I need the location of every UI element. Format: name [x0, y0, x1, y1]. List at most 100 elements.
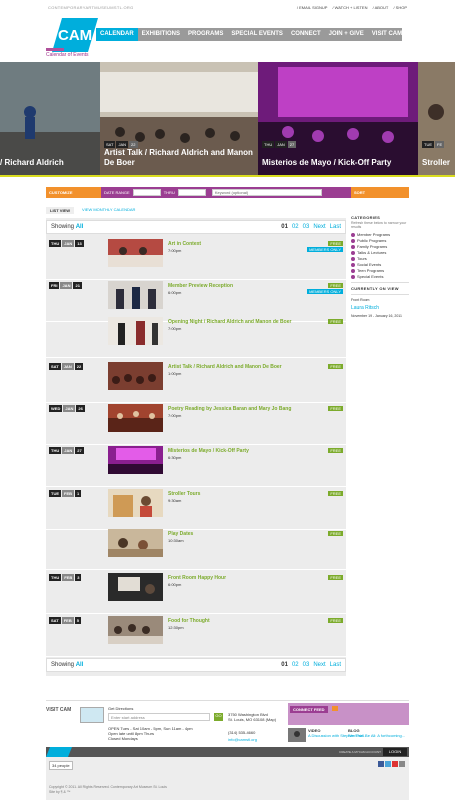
util-watch-listen[interactable]: / WATCH + LISTEN	[332, 5, 367, 10]
hero-slide-2[interactable]: SAT JAN 22 Artist Talk / Richard Aldrich a…	[100, 62, 258, 176]
list-item[interactable]: THU JAN 27 Misterios de Mayo / Kick-Off Pa…	[46, 445, 346, 487]
categories-hint: Refresh these below to narrow your resul…	[351, 221, 407, 229]
event-title[interactable]: Art in Context	[168, 241, 201, 247]
free-badge: FREE	[328, 283, 343, 288]
list-item[interactable]: SAT JAN 22 Artist Talk / Richard Aldrich a…	[46, 361, 346, 403]
page-02[interactable]: 02	[292, 224, 299, 230]
category-social-events[interactable]: Social Events	[351, 262, 409, 267]
event-title[interactable]: Member Preview Reception	[168, 283, 233, 289]
event-date: SAT FEB 5	[49, 617, 81, 624]
facebook-icon[interactable]	[378, 761, 384, 767]
page-01[interactable]: 01	[281, 224, 288, 230]
nav-join-give[interactable]: JOIN + GIVE	[325, 28, 368, 41]
on-view-dates: November 19 - January 16, 2011	[351, 314, 402, 318]
footer-logo[interactable]	[46, 747, 72, 757]
nav-programs[interactable]: PROGRAMS	[184, 28, 227, 41]
page-02[interactable]: 02	[292, 662, 299, 668]
event-thumbnail[interactable]	[108, 281, 163, 309]
event-time: 6:30pm	[168, 455, 182, 460]
nav-visit-cam[interactable]: VISIT CAM	[368, 28, 406, 41]
feed-item-blog[interactable]: BLOG We Shall Be All: A forthcoming...	[348, 728, 405, 738]
tab-list-view[interactable]: LIST VIEW	[46, 207, 74, 214]
event-title[interactable]: Front Room Happy Hour	[168, 575, 226, 581]
site-url[interactable]: CONTEMPORARYARTMUSEUMSTL.ORG	[48, 5, 134, 10]
tab-monthly-calendar[interactable]: VIEW MONTHLY CALENDAR	[82, 207, 135, 214]
customize-button[interactable]: CUSTOMIZE	[46, 187, 101, 198]
youtube-icon[interactable]	[392, 761, 398, 767]
hero-slide-3[interactable]: THU JAN 27 Misterios de Mayo / Kick-Off Pa…	[258, 62, 418, 176]
showing-value[interactable]: All	[76, 662, 84, 668]
event-title[interactable]: Artist Talk / Richard Aldrich and Manon …	[168, 364, 282, 370]
event-time: 7:00pm	[168, 248, 182, 253]
event-thumbnail[interactable]	[108, 446, 163, 474]
nav-connect[interactable]: CONNECT	[287, 28, 325, 41]
sort-button[interactable]: SORT	[351, 187, 409, 198]
list-item[interactable]: SAT FEB 5 Food for Thought 12:30pm FREE	[46, 615, 346, 657]
util-email-signup[interactable]: / EMAIL SIGNUP	[297, 5, 327, 10]
list-item[interactable]: THU JAN 13 Art in Context 7:00pm FREE MEMB…	[46, 238, 346, 280]
address-input[interactable]: Enter start address	[108, 713, 210, 721]
pagination-top: 01 02 03 Next Last	[281, 224, 341, 230]
event-thumbnail[interactable]	[108, 404, 163, 432]
util-shop[interactable]: / SHOP	[393, 5, 407, 10]
next-link[interactable]: Next	[313, 224, 325, 230]
list-item[interactable]: Play Dates 10:30am FREE	[46, 528, 346, 570]
category-teen-programs[interactable]: Teen Programs	[351, 268, 409, 273]
create-account-link[interactable]: CREATE A MYCAM ACCOUNT	[339, 750, 381, 754]
category-public-programs[interactable]: Public Programs	[351, 238, 409, 243]
date-end-input[interactable]	[177, 189, 206, 196]
list-item[interactable]: Opening Night / Richard Aldrich and Mano…	[46, 316, 346, 358]
event-thumbnail[interactable]	[108, 573, 163, 601]
go-button[interactable]: GO	[214, 713, 223, 721]
category-talks-lectures[interactable]: Talks & Lectures	[351, 250, 409, 255]
page-03[interactable]: 03	[303, 662, 310, 668]
category-family-programs[interactable]: Family Programs	[351, 244, 409, 249]
category-special-events[interactable]: Special Events	[351, 274, 409, 279]
event-thumbnail[interactable]	[108, 317, 163, 345]
nav-exhibitions[interactable]: EXHIBITIONS	[138, 28, 184, 41]
keyword-input[interactable]: Keyword (optional)	[211, 189, 322, 196]
list-item[interactable]: WED JAN 26 Poetry Reading by Jessica Baran…	[46, 403, 346, 445]
showing-value[interactable]: All	[76, 224, 84, 230]
hero-slide-1[interactable]: / Richard Aldrich	[0, 62, 100, 176]
feed-video-thumb[interactable]	[288, 728, 306, 742]
cam-logo[interactable]: CAM	[52, 18, 98, 52]
event-title[interactable]: Food for Thought	[168, 618, 210, 624]
nav-special-events[interactable]: SPECIAL EVENTS	[227, 28, 287, 41]
event-thumbnail[interactable]	[108, 489, 163, 517]
list-item[interactable]: TUE FEB 1 Stroller Tours 9:30am FREE	[46, 488, 346, 530]
showing-label: Showing	[51, 224, 75, 230]
on-view-link[interactable]: Laura Ritsch	[351, 305, 409, 311]
category-member-programs[interactable]: Member Programs	[351, 232, 409, 237]
event-thumbnail[interactable]	[108, 529, 163, 557]
hero-slide-4[interactable]: TUE FE Stroller	[418, 62, 455, 176]
event-date: FRI JAN 21	[49, 282, 82, 289]
people-badge[interactable]: 34 people	[49, 761, 73, 770]
next-link[interactable]: Next	[313, 662, 325, 668]
twitter-icon[interactable]	[385, 761, 391, 767]
event-thumbnail[interactable]	[108, 239, 163, 267]
last-link[interactable]: Last	[330, 662, 341, 668]
event-time: 1:00pm	[168, 371, 182, 376]
event-thumbnail[interactable]	[108, 362, 163, 390]
email-link[interactable]: info@camstl.org	[228, 736, 257, 743]
date-start-input[interactable]	[132, 189, 161, 196]
category-tours[interactable]: Tours	[351, 256, 409, 261]
nav-calendar[interactable]: CALENDAR	[96, 28, 138, 41]
event-title[interactable]: Stroller Tours	[168, 491, 200, 497]
util-about[interactable]: / ABOUT	[373, 5, 389, 10]
event-title[interactable]: Misterios de Mayo / Kick-Off Party	[168, 448, 249, 454]
page-03[interactable]: 03	[303, 224, 310, 230]
map-icon[interactable]	[80, 707, 104, 723]
event-title[interactable]: Opening Night / Richard Aldrich and Mano…	[168, 319, 291, 325]
login-button[interactable]: LOGIN	[383, 748, 407, 756]
event-thumbnail[interactable]	[108, 616, 163, 644]
rss-icon[interactable]	[399, 761, 405, 767]
hero-carousel[interactable]: / Richard Aldrich SAT JAN 22 Artist Talk /…	[0, 62, 455, 176]
event-title[interactable]: Play Dates	[168, 531, 193, 537]
event-title[interactable]: Poetry Reading by Jessica Baran and Mary…	[168, 406, 291, 412]
list-item[interactable]: THU FEB 3 Front Room Happy Hour 6:00pm FRE…	[46, 572, 346, 614]
page-01[interactable]: 01	[281, 662, 288, 668]
last-link[interactable]: Last	[330, 224, 341, 230]
free-badge: FREE	[328, 531, 343, 536]
